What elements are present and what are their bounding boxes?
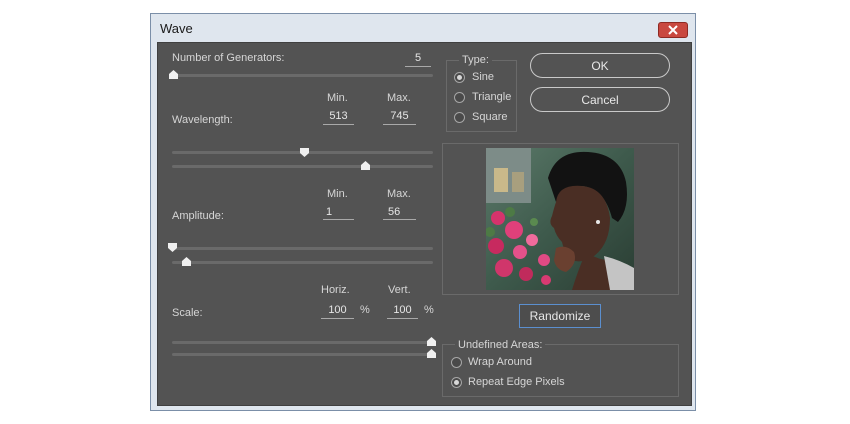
- scale-horiz-unit: %: [360, 304, 370, 316]
- scale-horiz-header: Horiz.: [321, 284, 350, 296]
- undefined-areas-legend: Undefined Areas:: [455, 339, 546, 351]
- amplitude-min-header: Min.: [327, 188, 348, 200]
- scale-vert-header: Vert.: [388, 284, 411, 296]
- cancel-button[interactable]: Cancel: [530, 87, 670, 112]
- type-square-label[interactable]: Square: [472, 111, 507, 123]
- wrap-around-label[interactable]: Wrap Around: [468, 356, 532, 368]
- type-triangle-radio[interactable]: [454, 92, 465, 103]
- type-legend: Type:: [459, 54, 492, 66]
- close-button[interactable]: [658, 22, 688, 38]
- wavelength-max-header: Max.: [387, 92, 411, 104]
- repeat-edge-pixels-label[interactable]: Repeat Edge Pixels: [468, 376, 565, 388]
- scale-horiz-slider-track[interactable]: [172, 341, 433, 344]
- randomize-button[interactable]: Randomize: [519, 304, 601, 328]
- amplitude-max-input[interactable]: 56: [383, 206, 416, 220]
- undefined-areas-group: [442, 344, 679, 397]
- dialog-title: Wave: [160, 21, 193, 36]
- amplitude-max-slider-track[interactable]: [172, 261, 433, 264]
- scale-label: Scale:: [172, 307, 203, 319]
- generators-label: Number of Generators:: [172, 52, 285, 64]
- close-icon: [668, 25, 678, 35]
- amplitude-min-slider-track[interactable]: [172, 247, 433, 250]
- amplitude-min-input[interactable]: 1: [323, 206, 354, 220]
- amplitude-max-header: Max.: [387, 188, 411, 200]
- wavelength-label: Wavelength:: [172, 114, 233, 126]
- generators-slider-track[interactable]: [172, 74, 433, 77]
- type-square-radio[interactable]: [454, 112, 465, 123]
- wavelength-max-slider-track[interactable]: [172, 165, 433, 168]
- scale-vert-unit: %: [424, 304, 434, 316]
- ok-button[interactable]: OK: [530, 53, 670, 78]
- wavelength-max-input[interactable]: 745: [383, 110, 416, 125]
- scale-vert-input[interactable]: 100: [387, 304, 418, 319]
- preview-image[interactable]: [486, 148, 634, 290]
- type-sine-label[interactable]: Sine: [472, 71, 494, 83]
- wavelength-min-header: Min.: [327, 92, 348, 104]
- scale-horiz-input[interactable]: 100: [321, 304, 354, 319]
- amplitude-label: Amplitude:: [172, 210, 224, 222]
- type-triangle-label[interactable]: Triangle: [472, 91, 511, 103]
- generators-input[interactable]: 5: [405, 52, 431, 67]
- title-bar[interactable]: [151, 14, 695, 42]
- scale-vert-slider-track[interactable]: [172, 353, 433, 356]
- wrap-around-radio[interactable]: [451, 357, 462, 368]
- wavelength-min-input[interactable]: 513: [323, 110, 354, 125]
- repeat-edge-pixels-radio[interactable]: [451, 377, 462, 388]
- type-sine-radio[interactable]: [454, 72, 465, 83]
